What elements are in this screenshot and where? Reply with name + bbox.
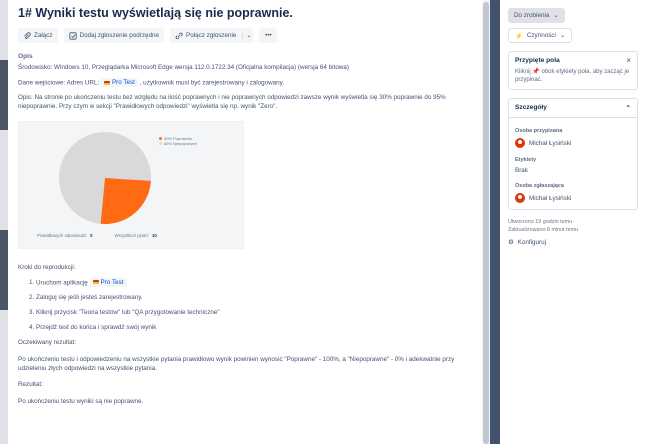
list-item: Zaloguj się jeśli jesteś zarejestrowany.: [36, 293, 472, 302]
pinned-fields-text: Kliknij 📌 obok etykiety pola, aby zacząć…: [515, 69, 630, 83]
details-header[interactable]: Szczegóły ⌃: [508, 98, 638, 118]
link-icon: [175, 32, 183, 39]
pro-test-link[interactable]: Pro Test: [89, 277, 127, 287]
list-item: Uruchom aplikację Pro Test: [36, 277, 472, 288]
favicon-icon: [103, 80, 110, 85]
add-subtask-button[interactable]: Dodaj zgłoszenie podrzędne: [63, 28, 165, 43]
list-item: Kliknij przycisk "Teoria testów" lub "QA…: [36, 308, 472, 317]
input-prefix: Dane wejściowe: Adres URL:: [18, 79, 100, 87]
legend-item-incorrect: 65% Niepoprawne: [159, 141, 197, 146]
more-actions-button[interactable]: •••: [259, 28, 278, 43]
expected-text: Po ukończeniu testu i odpowiedzeniu na w…: [18, 356, 455, 372]
link-text: Pro Test: [111, 79, 135, 86]
expected-heading: Oczekiwany rezultat:: [18, 339, 77, 346]
steps-list: Uruchom aplikację Pro Test Zaloguj się j…: [36, 277, 472, 333]
timestamps: Utworzono 19 godzin temu Zaktualizowano …: [508, 218, 638, 234]
link-issue-label: Połącz zgłoszenie: [186, 32, 237, 39]
pie-slice-correct: [100, 177, 151, 224]
pinned-fields-card: Przypięte pola × Kliknij 📌 obok etykiety…: [508, 51, 638, 90]
gear-icon: ⚙: [508, 239, 514, 246]
scrollbar-thumb[interactable]: [483, 2, 489, 444]
created-time: Utworzono 19 godzin temu: [508, 219, 573, 225]
result-text: Po ukończeniu testu wyniki są nie popraw…: [18, 398, 144, 405]
screenshot-attachment[interactable]: 30% Poprawnie 65% Niepoprawne Prawidłowy…: [18, 120, 244, 249]
stat-correct: Prawidłowych odpowiedzi: 0: [37, 232, 93, 238]
reporter-label: Osoba zgłaszająca: [515, 183, 564, 189]
result-stats: Prawidłowych odpowiedzi: 0 Wszystkich pyt…: [37, 233, 157, 238]
more-icon: •••: [265, 32, 272, 39]
input-suffix: , użytkownik musi być zarejestrowany i z…: [139, 79, 285, 87]
edge-block: [0, 230, 8, 310]
chevron-down-icon: ⌄: [553, 12, 559, 19]
pinned-fields-title: Przypięte pola: [515, 57, 560, 64]
attach-label: Załącz: [34, 32, 53, 39]
avatar: [515, 138, 525, 148]
description-body: Opis: Na stronie po ukończeniu testu bez…: [18, 93, 446, 110]
configure-button[interactable]: ⚙ Konfiguruj: [508, 239, 638, 246]
issue-title[interactable]: 1# Wyniki testu wyświetlają się nie popr…: [18, 6, 472, 20]
status-label: Do zrobienia: [514, 12, 550, 19]
labels-field[interactable]: Brak: [515, 167, 631, 174]
issue-sidebar: Do zrobienia ⌄ ⚡ Czynności ⌄ Przypięte p…: [500, 0, 648, 444]
chevron-down-icon: ⌄: [559, 32, 566, 39]
favicon-icon: [92, 280, 99, 284]
list-item: Przejdź test do końca i sprawdź swój wyn…: [36, 323, 472, 332]
reporter-field[interactable]: Michał Łysiński: [515, 193, 631, 203]
issue-toolbar: Załącz Dodaj zgłoszenie podrzędne Połącz…: [18, 28, 472, 43]
input-data-text: Dane wejściowe: Adres URL: Pro Test , uż…: [18, 78, 472, 88]
assignee-field[interactable]: Michał Łysiński: [515, 138, 631, 148]
status-dropdown[interactable]: Do zrobienia ⌄: [508, 8, 565, 23]
pro-test-link[interactable]: Pro Test: [100, 78, 138, 87]
updated-time: Zaktualizowano 8 minut temu: [508, 227, 579, 233]
pie-chart-image: [59, 131, 151, 224]
avatar: [515, 193, 525, 203]
link-issue-button[interactable]: Połącz zgłoszenie ⌄: [170, 28, 254, 43]
details-title: Szczegóły: [515, 104, 547, 111]
actions-label: Czynności: [526, 32, 556, 39]
chevron-down-icon[interactable]: ⌄: [242, 32, 251, 39]
attach-button[interactable]: Załącz: [18, 28, 58, 43]
stat-total: Wszystkich pytań: 10: [114, 232, 157, 238]
environment-text: Środowisko: Windows 10, Przeglądarka Mic…: [18, 64, 349, 71]
chevron-up-icon: ⌃: [625, 105, 631, 112]
description-heading: Opis: [18, 53, 33, 60]
chart-legend: 30% Poprawnie 65% Niepoprawne: [159, 136, 197, 146]
edge-block: [0, 60, 8, 130]
actions-button[interactable]: ⚡ Czynności ⌄: [508, 28, 573, 43]
lightning-icon: ⚡: [515, 32, 523, 40]
main-scrollbar[interactable]: [482, 0, 490, 444]
close-icon[interactable]: ×: [626, 56, 631, 65]
subtask-icon: [68, 31, 77, 40]
assignee-label: Osoba przypisana: [515, 128, 563, 134]
details-body: Osoba przypisana Michał Łysiński Etykiet…: [508, 118, 638, 210]
configure-label: Konfiguruj: [517, 239, 547, 246]
left-window-edge: [0, 0, 8, 444]
add-subtask-label: Dodaj zgłoszenie podrzędne: [79, 32, 160, 39]
result-heading: Rezultat:: [18, 381, 43, 388]
issue-main-panel: 1# Wyniki testu wyświetlają się nie popr…: [8, 0, 482, 444]
labels-label: Etykiety: [515, 157, 537, 163]
panel-divider: [490, 0, 500, 444]
paperclip-icon: [24, 31, 31, 39]
steps-heading: Kroki do reprodukcji:: [18, 263, 76, 271]
